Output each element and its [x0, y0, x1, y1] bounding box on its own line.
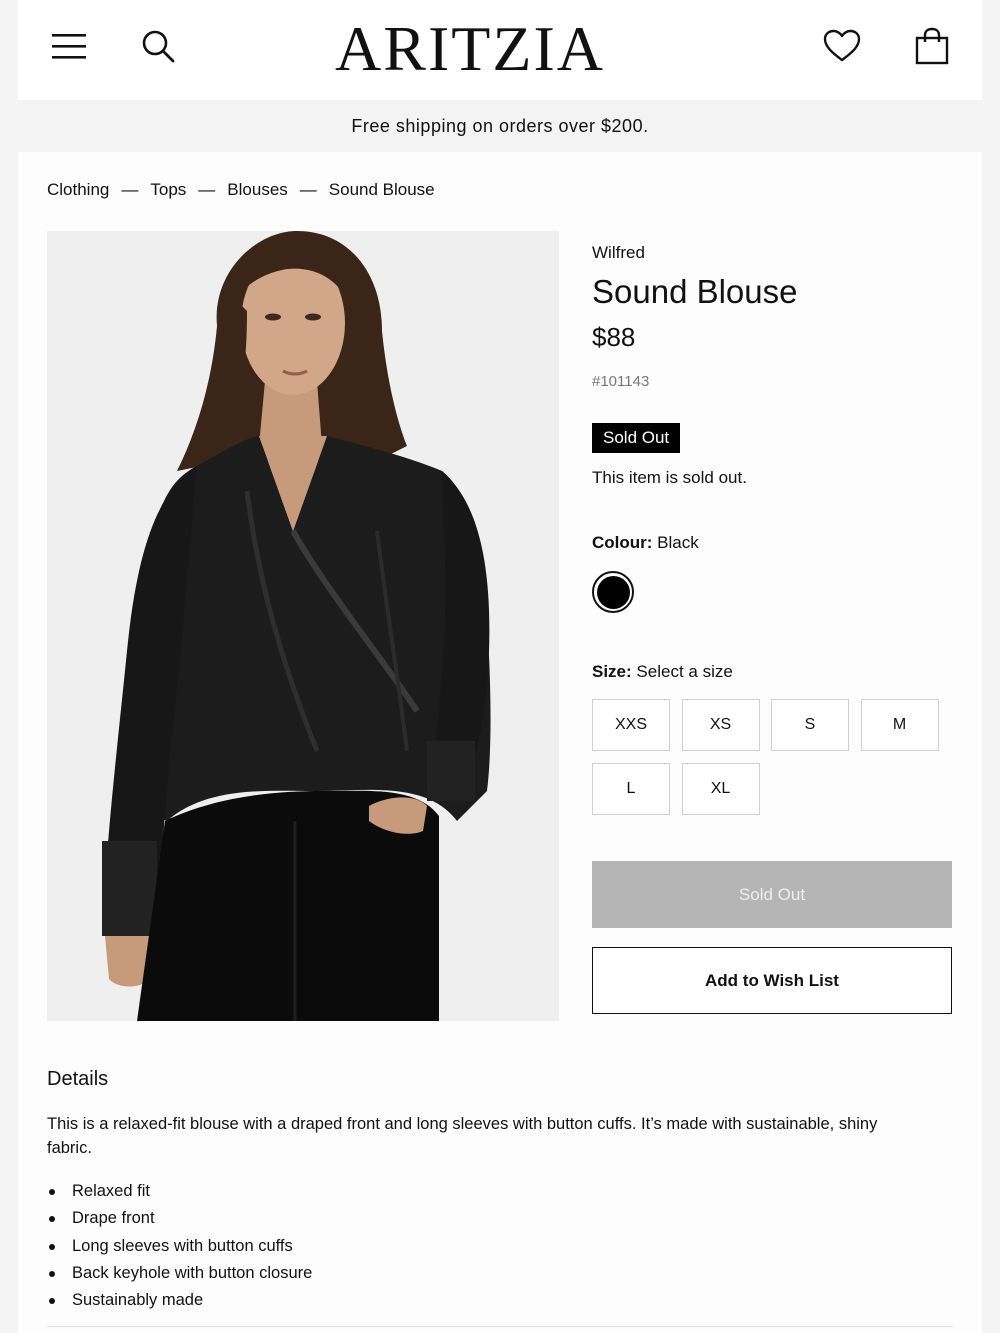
product-brand[interactable]: Wilfred: [592, 243, 645, 263]
product-photo: [47, 231, 559, 1021]
add-to-wish-list-button[interactable]: Add to Wish List: [592, 947, 952, 1014]
promo-banner: Free shipping on orders over $200.: [18, 100, 982, 152]
breadcrumb-blouses[interactable]: Blouses: [227, 180, 287, 200]
sold-out-button[interactable]: Sold Out: [592, 861, 952, 928]
size-option-s[interactable]: S: [771, 699, 849, 751]
search-button[interactable]: [136, 26, 180, 66]
details-bullet: Relaxed fit: [47, 1178, 312, 1205]
size-option-xxs[interactable]: XXS: [592, 699, 670, 751]
product-image[interactable]: [47, 231, 559, 1021]
colour-swatch-black[interactable]: [592, 571, 634, 613]
size-option-l[interactable]: L: [592, 763, 670, 815]
menu-button[interactable]: [48, 26, 92, 66]
brand-logo[interactable]: ARITZIA: [330, 13, 610, 84]
breadcrumb-tops[interactable]: Tops: [150, 180, 186, 200]
breadcrumb-current: Sound Blouse: [328, 180, 435, 199]
divider: [47, 1326, 953, 1327]
size-value: Select a size: [636, 662, 733, 681]
breadcrumb: Clothing — Tops — Blouses — Sound Blouse: [47, 180, 435, 200]
breadcrumb-separator: —: [299, 180, 317, 199]
size-option-xl[interactable]: XL: [681, 763, 760, 815]
product-page: ARITZIA Free shipping on orders over $20…: [18, 0, 982, 1333]
product-price: $88: [592, 322, 636, 352]
heart-icon: [823, 29, 861, 62]
size-option-m[interactable]: M: [860, 699, 939, 751]
size-option-xs[interactable]: XS: [681, 699, 760, 751]
details-bullet: Sustainably made: [47, 1287, 312, 1314]
breadcrumb-separator: —: [198, 180, 216, 199]
details-heading: Details: [47, 1068, 109, 1090]
colour-label: Colour:: [592, 533, 653, 552]
details-description: This is a relaxed-fit blouse with a drap…: [47, 1115, 878, 1157]
site-header: ARITZIA: [18, 0, 982, 100]
size-label: Size:: [592, 662, 632, 681]
availability-message: This item is sold out.: [592, 468, 747, 487]
hamburger-menu-icon: [52, 34, 86, 59]
details-bullet-list: Relaxed fit Drape front Long sleeves wit…: [47, 1178, 312, 1314]
details-bullet: Long sleeves with button cuffs: [47, 1233, 312, 1260]
swatch-fill: [596, 575, 630, 609]
colour-value: Black: [657, 533, 699, 552]
product-sku: #101143: [592, 373, 650, 390]
breadcrumb-separator: —: [121, 180, 139, 199]
sold-out-badge: Sold Out: [592, 423, 681, 453]
search-icon: [142, 30, 175, 63]
wishlist-button[interactable]: [818, 24, 866, 68]
shopping-bag-icon: [915, 27, 949, 65]
product-title: Sound Blouse: [592, 273, 798, 310]
breadcrumb-clothing[interactable]: Clothing: [47, 180, 109, 200]
details-bullet: Drape front: [47, 1205, 312, 1232]
shopping-bag-button[interactable]: [908, 24, 956, 68]
colour-label-row: Colour: Black: [592, 533, 699, 553]
size-label-row: Size: Select a size: [592, 662, 733, 682]
details-bullet: Back keyhole with button closure: [47, 1260, 312, 1287]
